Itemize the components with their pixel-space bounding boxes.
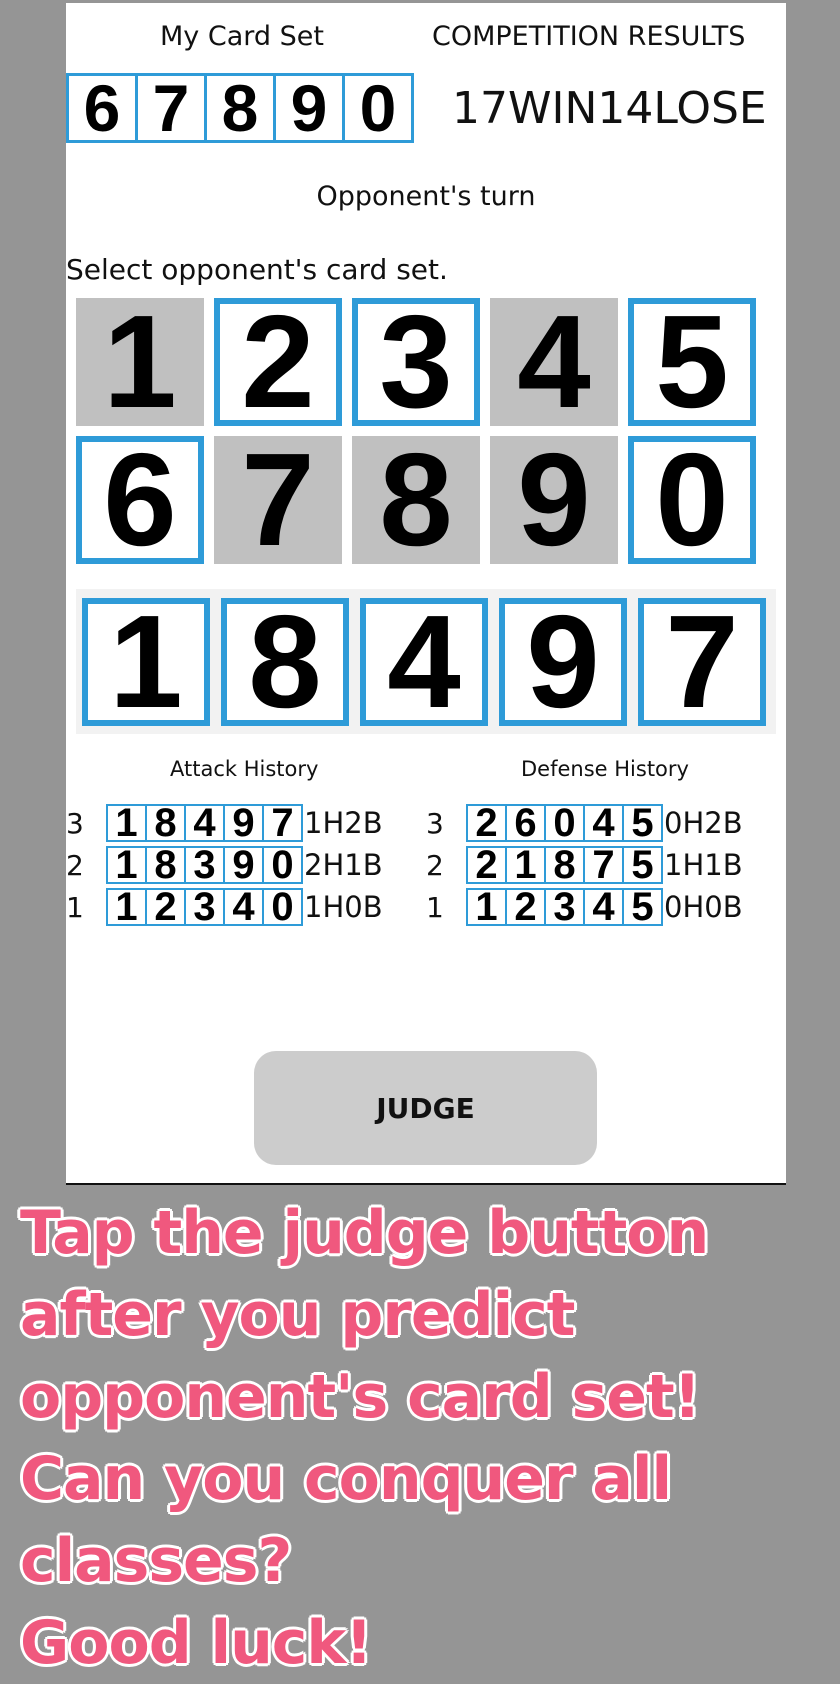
history-card: 2: [147, 887, 184, 927]
turn-indicator: Opponent's turn: [316, 181, 536, 212]
card-3[interactable]: 3: [352, 296, 480, 428]
history-card: 9: [225, 803, 262, 843]
history-card: 1: [108, 887, 145, 927]
my-card: 6: [69, 75, 135, 141]
history-card: 0: [264, 887, 301, 927]
history-turn-number: 1: [426, 890, 444, 924]
history-turn-number: 3: [66, 806, 84, 840]
win-lose-record: 17WIN14LOSE: [452, 83, 767, 134]
select-prompt: Select opponent's card set.: [66, 253, 448, 286]
history-card: 8: [147, 803, 184, 843]
selected-card[interactable]: 7: [638, 596, 766, 728]
history-card: 0: [546, 803, 583, 843]
attack-history-title: Attack History: [170, 757, 319, 781]
my-card: 9: [276, 75, 342, 141]
card-9[interactable]: 9: [490, 434, 618, 566]
history-turn-number: 3: [426, 806, 444, 840]
promo-caption: Tap the judge button after you predict o…: [20, 1192, 820, 1684]
history-result: 1H2B: [304, 806, 383, 840]
history-card: 9: [225, 845, 262, 885]
history-card: 4: [225, 887, 262, 927]
my-card: 7: [138, 75, 204, 141]
history-row: 2 2 1 8 7 5 1H1B: [426, 845, 743, 885]
history-result: 2H1B: [304, 848, 383, 882]
card-2[interactable]: 2: [214, 296, 342, 428]
promo-line: opponent's card set!: [20, 1362, 701, 1432]
history-card: 8: [147, 845, 184, 885]
history-turn-number: 2: [426, 848, 444, 882]
my-card: 0: [345, 75, 411, 141]
my-card-set-label: My Card Set: [160, 21, 324, 52]
history-card: 1: [108, 845, 145, 885]
history-card: 2: [468, 845, 505, 885]
card-0[interactable]: 0: [628, 434, 756, 566]
promo-line: Can you conquer all: [20, 1444, 672, 1514]
selected-card[interactable]: 4: [360, 596, 488, 728]
my-card: 8: [207, 75, 273, 141]
history-row: 2 1 8 3 9 0 2H1B: [66, 845, 383, 885]
history-card: 3: [186, 845, 223, 885]
history-card-set: 12345: [466, 887, 663, 927]
history-result: 0H2B: [664, 806, 743, 840]
history-card-set: 21875: [466, 845, 663, 885]
history-card-set: 26045: [466, 803, 663, 843]
history-result: 1H0B: [304, 890, 383, 924]
defense-history-title: Defense History: [521, 757, 689, 781]
history-card: 1: [468, 887, 505, 927]
history-card: 4: [186, 803, 223, 843]
history-card: 6: [507, 803, 544, 843]
history-card: 4: [585, 887, 622, 927]
history-row: 1 1 2 3 4 0 1H0B: [66, 887, 383, 927]
my-card-set: 6 7 8 9 0: [66, 73, 414, 143]
selected-card[interactable]: 8: [221, 596, 349, 728]
history-result: 1H1B: [664, 848, 743, 882]
selected-card-set: 1 8 4 9 7: [76, 589, 776, 734]
card-7[interactable]: 7: [214, 434, 342, 566]
selected-card[interactable]: 1: [82, 596, 210, 728]
history-card-set: 18497: [106, 803, 303, 843]
card-5[interactable]: 5: [628, 296, 756, 428]
history-card: 3: [546, 887, 583, 927]
selected-card[interactable]: 9: [499, 596, 627, 728]
history-card: 2: [468, 803, 505, 843]
card-8[interactable]: 8: [352, 434, 480, 566]
history-row: 3 1 8 4 9 7 1H2B: [66, 803, 383, 843]
card-1[interactable]: 1: [76, 296, 204, 428]
history-card: 7: [585, 845, 622, 885]
history-row: 1 1 2 3 4 5 0H0B: [426, 887, 743, 927]
promo-line: classes?: [20, 1526, 292, 1596]
promo-line: after you predict: [20, 1280, 575, 1350]
promo-line: Tap the judge button: [20, 1198, 709, 1268]
card-4[interactable]: 4: [490, 296, 618, 428]
competition-results-label: COMPETITION RESULTS: [432, 21, 746, 52]
history-card: 1: [108, 803, 145, 843]
history-card: 0: [264, 845, 301, 885]
history-card-set: 18390: [106, 845, 303, 885]
history-card: 5: [624, 887, 661, 927]
history-card: 3: [186, 887, 223, 927]
history-card: 5: [624, 803, 661, 843]
history-card: 7: [264, 803, 301, 843]
history-card-set: 12340: [106, 887, 303, 927]
history-card: 1: [507, 845, 544, 885]
promo-line: Good luck!: [20, 1608, 373, 1678]
history-card: 5: [624, 845, 661, 885]
judge-button[interactable]: JUDGE: [254, 1051, 597, 1165]
game-panel: My Card Set 6 7 8 9 0 COMPETITION RESULT…: [66, 3, 786, 1185]
history-card: 2: [507, 887, 544, 927]
history-result: 0H0B: [664, 890, 743, 924]
history-turn-number: 1: [66, 890, 84, 924]
history-card: 4: [585, 803, 622, 843]
history-card: 8: [546, 845, 583, 885]
history-turn-number: 2: [66, 848, 84, 882]
card-6[interactable]: 6: [76, 434, 204, 566]
history-row: 3 2 6 0 4 5 0H2B: [426, 803, 743, 843]
card-grid: 12345 67890: [76, 296, 756, 566]
